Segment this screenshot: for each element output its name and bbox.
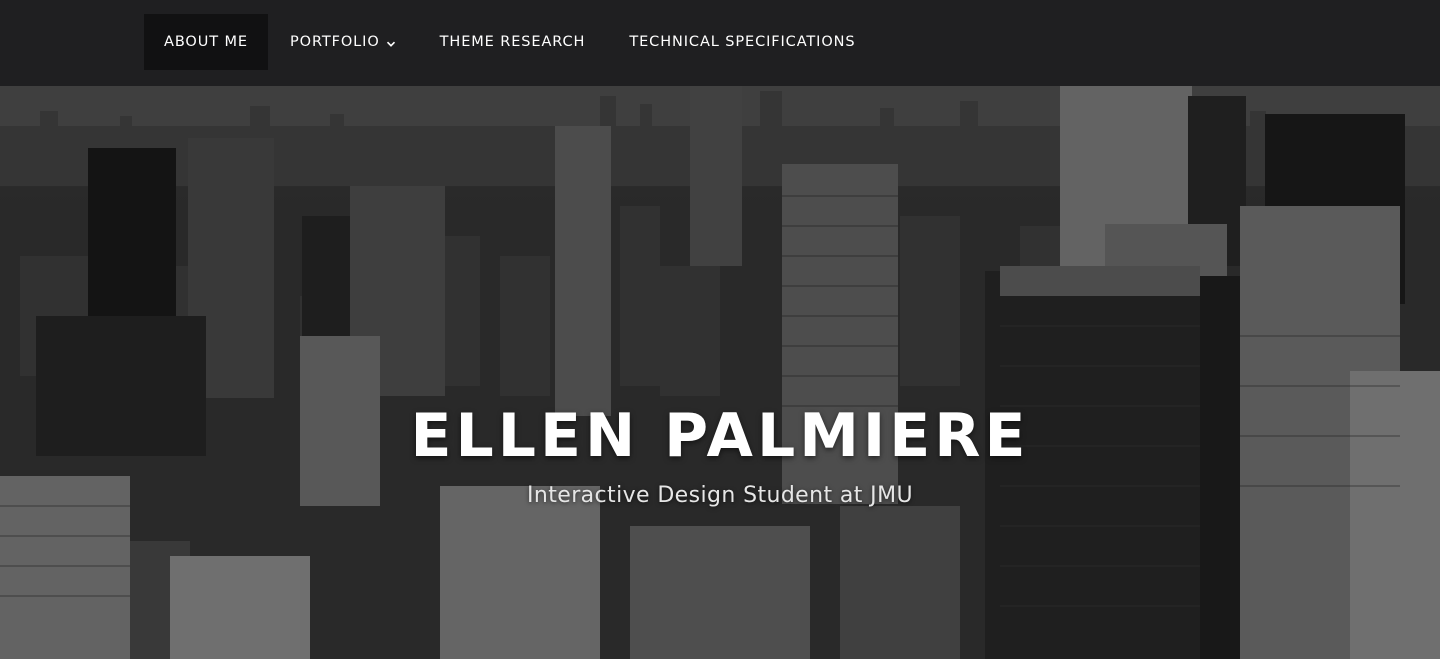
main-nav: ABOUT ME PORTFOLIO THEME RESEARCH TECHNI… [144,14,878,70]
chevron-down-icon [386,37,396,47]
nav-item-technical-specifications[interactable]: TECHNICAL SPECIFICATIONS [607,14,877,70]
nav-item-portfolio[interactable]: PORTFOLIO [268,14,418,70]
nav-item-label: THEME RESEARCH [439,34,586,50]
nav-item-label: ABOUT ME [164,34,248,50]
site-title: ELLEN PALMIERE [410,401,1030,471]
nav-item-theme-research[interactable]: THEME RESEARCH [418,14,608,70]
top-navbar: ABOUT ME PORTFOLIO THEME RESEARCH TECHNI… [0,0,1440,86]
site-tagline: Interactive Design Student at JMU [527,483,913,508]
nav-item-about-me[interactable]: ABOUT ME [144,14,268,70]
nav-item-label: TECHNICAL SPECIFICATIONS [629,34,856,50]
hero-banner: ELLEN PALMIERE Interactive Design Studen… [0,86,1440,659]
hero-overlay [0,86,1440,659]
nav-item-label: PORTFOLIO [289,34,380,50]
